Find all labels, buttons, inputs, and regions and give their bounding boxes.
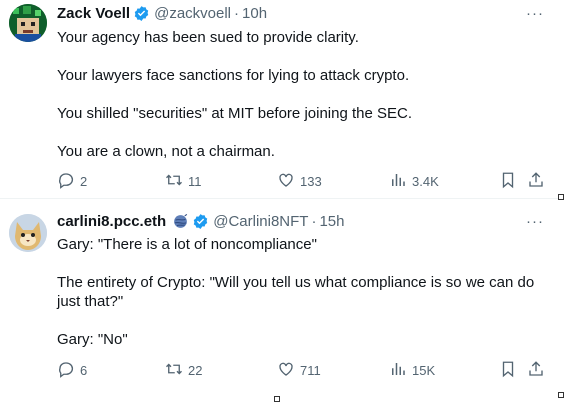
bookmark-button[interactable] (499, 171, 517, 192)
tweet-actions: 6 22 711 15K (57, 360, 557, 382)
tweet[interactable]: Zack Voell @zackvoell · 10h ··· Your age… (0, 0, 560, 199)
separator-dot: · (234, 5, 240, 22)
repost-icon (165, 360, 183, 381)
bookmark-icon (499, 360, 517, 381)
views-icon (389, 171, 407, 192)
views-icon (389, 360, 407, 381)
more-icon[interactable]: ··· (526, 5, 544, 22)
tweet-header: carlini8.pcc.eth @Carlini8NFT · 15h (57, 213, 345, 230)
bookmark-icon (499, 171, 517, 192)
resize-handle[interactable] (558, 392, 564, 398)
tweet-paragraph: Your lawyers face sanctions for lying to… (57, 67, 410, 84)
repost-button[interactable]: 11 (165, 171, 202, 192)
tweet-paragraph: Gary: "There is a lot of noncompliance" (57, 236, 317, 253)
tweet-paragraph: You are a clown, not a chairman. (57, 143, 275, 160)
reply-count: 2 (80, 174, 88, 189)
reply-icon (57, 360, 75, 381)
views-count: 15K (412, 363, 436, 378)
tweet-header: Zack Voell @zackvoell · 10h (57, 5, 267, 22)
tweet-text: Your agency has been sued to provide cla… (57, 28, 537, 180)
tweet-text: Gary: "There is a lot of noncompliance" … (57, 235, 537, 368)
timestamp[interactable]: 15h (319, 213, 344, 230)
tweet-paragraph: Your agency has been sued to provide cla… (57, 29, 359, 46)
share-icon (527, 360, 545, 381)
like-count: 133 (300, 174, 322, 189)
reply-button[interactable]: 2 (57, 171, 87, 192)
avatar[interactable] (9, 4, 47, 42)
avatar[interactable] (9, 214, 47, 252)
author-name[interactable]: Zack Voell (57, 5, 130, 22)
author-handle[interactable]: @zackvoell (154, 5, 231, 22)
author-name[interactable]: carlini8.pcc.eth (57, 213, 166, 230)
repost-count: 11 (188, 174, 202, 189)
verified-badge-icon (192, 213, 209, 230)
reply-count: 6 (80, 363, 88, 378)
verified-badge-icon (133, 5, 150, 22)
like-button[interactable]: 711 (277, 360, 321, 381)
share-button[interactable] (527, 360, 545, 381)
reply-button[interactable]: 6 (57, 360, 87, 381)
tweet-paragraph: The entirety of Crypto: "Will you tell u… (57, 274, 535, 310)
tweet-paragraph: Gary: "No" (57, 331, 128, 348)
heart-icon (277, 360, 295, 381)
repost-count: 22 (188, 363, 203, 378)
separator-dot: · (311, 213, 317, 230)
share-button[interactable] (527, 171, 545, 192)
views-count: 3.4K (412, 174, 439, 189)
tweet[interactable]: carlini8.pcc.eth @Carlini8NFT · 15h ··· … (0, 199, 560, 398)
like-button[interactable]: 133 (277, 171, 322, 192)
views-button[interactable]: 15K (389, 360, 435, 381)
yarn-badge-icon (172, 213, 189, 230)
more-icon[interactable]: ··· (526, 213, 544, 230)
bookmark-button[interactable] (499, 360, 517, 381)
tweet-paragraph: You shilled "securities" at MIT before j… (57, 105, 413, 122)
timestamp[interactable]: 10h (242, 5, 267, 22)
tweet-actions: 2 11 133 3.4K (57, 171, 557, 193)
resize-handle[interactable] (274, 396, 280, 402)
heart-icon (277, 171, 295, 192)
resize-handle[interactable] (558, 194, 564, 200)
share-icon (527, 171, 545, 192)
reply-icon (57, 171, 75, 192)
author-handle[interactable]: @Carlini8NFT (213, 213, 308, 230)
like-count: 711 (300, 363, 321, 378)
repost-button[interactable]: 22 (165, 360, 202, 381)
repost-icon (165, 171, 183, 192)
views-button[interactable]: 3.4K (389, 171, 439, 192)
